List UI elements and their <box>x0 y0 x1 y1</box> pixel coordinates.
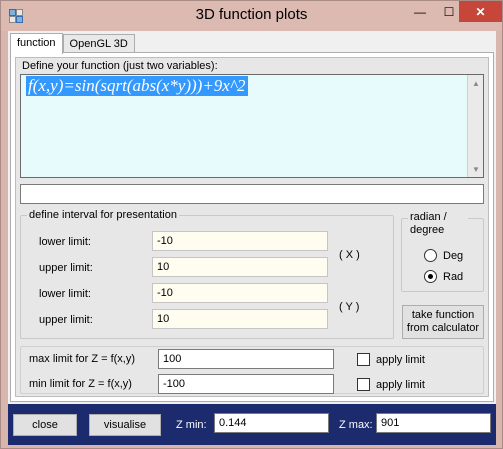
z-min-label: min limit for Z = f(x,y) <box>29 378 132 390</box>
x-upper-limit-input[interactable]: 10 <box>152 257 328 277</box>
y-lower-limit-label: lower limit: <box>39 288 91 300</box>
scroll-up-icon[interactable]: ▲ <box>468 75 484 91</box>
x-lower-limit-label: lower limit: <box>39 236 91 248</box>
rad-radio[interactable] <box>424 270 437 283</box>
visualise-button[interactable]: visualise <box>89 414 161 436</box>
tab-page-function: Define your function (just two variables… <box>10 52 494 402</box>
z-max-label: max limit for Z = f(x,y) <box>29 353 136 365</box>
deg-radio-label: Deg <box>443 249 464 262</box>
x-lower-limit-input[interactable]: -10 <box>152 231 328 251</box>
z-min-input[interactable]: -100 <box>158 374 334 394</box>
angle-unit-group-title: radian / degree <box>408 211 468 237</box>
y-lower-limit-input[interactable]: -10 <box>152 283 328 303</box>
z-max-result-field[interactable]: 901 <box>376 413 491 433</box>
take-function-button[interactable]: take function from calculator <box>402 305 484 339</box>
minimize-button[interactable]: — <box>406 1 434 22</box>
bottom-toolbar: close visualise Z min: 0.144 Z max: 901 <box>8 404 496 445</box>
apply-min-limit-checkbox[interactable] <box>357 378 370 391</box>
close-button[interactable]: close <box>13 414 77 436</box>
deg-radio-option[interactable]: Deg <box>424 249 463 262</box>
tab-function[interactable]: function <box>10 33 63 54</box>
window-close-button[interactable]: ✕ <box>459 1 502 22</box>
z-max-result-label: Z max: <box>339 419 373 431</box>
rad-radio-label: Rad <box>443 270 464 283</box>
interval-group-title: define interval for presentation <box>27 208 179 222</box>
apply-max-limit-checkbox[interactable] <box>357 353 370 366</box>
z-min-result-field[interactable]: 0.144 <box>214 413 329 433</box>
define-function-label: Define your function (just two variables… <box>22 60 218 72</box>
client-area: function OpenGL 3D Define your function … <box>8 31 496 404</box>
apply-max-limit-label: apply limit <box>376 353 425 366</box>
function-panel: Define your function (just two variables… <box>15 57 489 397</box>
z-limits-group: max limit for Z = f(x,y) 100 apply limit… <box>20 346 484 394</box>
message-field[interactable] <box>20 184 484 204</box>
angle-unit-group: radian / degree Deg Rad <box>401 211 484 292</box>
x-upper-limit-label: upper limit: <box>39 262 93 274</box>
y-axis-label: ( Y ) <box>339 301 360 313</box>
x-axis-label: ( X ) <box>339 249 360 261</box>
tab-opengl-3d[interactable]: OpenGL 3D <box>62 34 135 53</box>
y-upper-limit-label: upper limit: <box>39 314 93 326</box>
function-input[interactable]: f(x,y)=sin(sqrt(abs(x*y)))+9x^2 ▲ ▼ <box>20 74 484 178</box>
title-bar: 3D function plots — ☐ ✕ <box>1 1 502 31</box>
function-expression[interactable]: f(x,y)=sin(sqrt(abs(x*y)))+9x^2 <box>26 76 248 96</box>
apply-max-limit[interactable]: apply limit <box>357 353 425 366</box>
apply-min-limit-label: apply limit <box>376 378 425 391</box>
function-scrollbar[interactable]: ▲ ▼ <box>467 75 483 177</box>
z-max-input[interactable]: 100 <box>158 349 334 369</box>
y-upper-limit-input[interactable]: 10 <box>152 309 328 329</box>
tab-strip: function OpenGL 3D <box>10 33 135 54</box>
interval-group: define interval for presentation lower l… <box>20 208 394 339</box>
apply-min-limit[interactable]: apply limit <box>357 378 425 391</box>
rad-radio-option[interactable]: Rad <box>424 270 463 283</box>
scroll-down-icon[interactable]: ▼ <box>468 161 484 177</box>
z-min-result-label: Z min: <box>176 419 207 431</box>
app-window: 3D function plots — ☐ ✕ function OpenGL … <box>0 0 503 449</box>
deg-radio[interactable] <box>424 249 437 262</box>
